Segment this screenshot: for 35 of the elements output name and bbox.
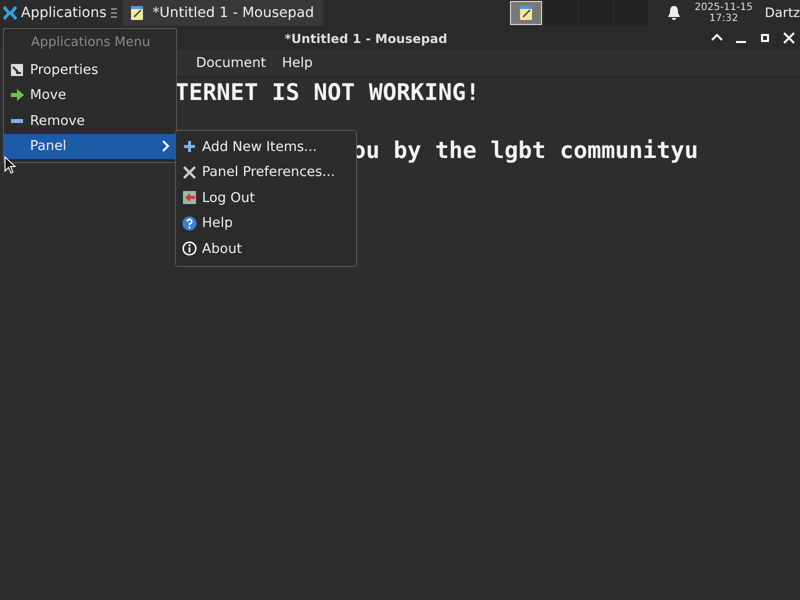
taskbar-button[interactable]: *Untitled 1 - Mousepad xyxy=(122,0,323,26)
notepad-icon xyxy=(518,5,534,21)
logout-icon xyxy=(182,190,196,206)
plus-icon xyxy=(182,140,196,154)
mouse-pointer-icon xyxy=(4,156,16,174)
window-title: *Untitled 1 - Mousepad xyxy=(284,30,448,46)
handle-icon[interactable] xyxy=(110,7,117,19)
menu-item[interactable]: Help xyxy=(176,210,356,236)
tools-icon xyxy=(182,164,196,180)
close-button[interactable] xyxy=(782,31,796,45)
menu-item[interactable]: Document xyxy=(188,55,274,71)
chevron-right-icon xyxy=(162,140,170,152)
menu-item[interactable]: Log Out xyxy=(176,185,356,210)
minus-icon xyxy=(11,118,23,123)
clock[interactable]: 2025-11-15 17:32 xyxy=(694,2,753,24)
properties-icon xyxy=(10,62,24,77)
menu-item[interactable]: Add New Items... xyxy=(176,134,356,160)
maximize-button[interactable] xyxy=(758,31,772,45)
menu-item[interactable]: Panel Preferences... xyxy=(176,160,356,185)
menu-item[interactable]: About xyxy=(176,236,356,262)
info-icon xyxy=(182,241,196,256)
notepad-icon xyxy=(128,5,145,21)
menu-item[interactable]: Remove xyxy=(4,108,176,134)
notification-bell-icon[interactable] xyxy=(666,5,681,21)
question-icon xyxy=(182,216,196,231)
menu-item[interactable]: Move xyxy=(4,82,176,108)
menu-header: Applications Menu xyxy=(30,34,152,52)
arrow-right-icon xyxy=(10,88,24,102)
text-line: TERNET IS NOT WORKING! xyxy=(175,79,480,108)
menu-item[interactable]: Help xyxy=(274,55,321,71)
workspace-button[interactable] xyxy=(510,1,542,25)
applications-button[interactable]: Applications xyxy=(0,0,109,26)
menu-item[interactable]: Panel xyxy=(4,134,176,159)
user-name[interactable]: Dartz xyxy=(764,6,800,20)
x-logo-icon xyxy=(2,5,18,21)
